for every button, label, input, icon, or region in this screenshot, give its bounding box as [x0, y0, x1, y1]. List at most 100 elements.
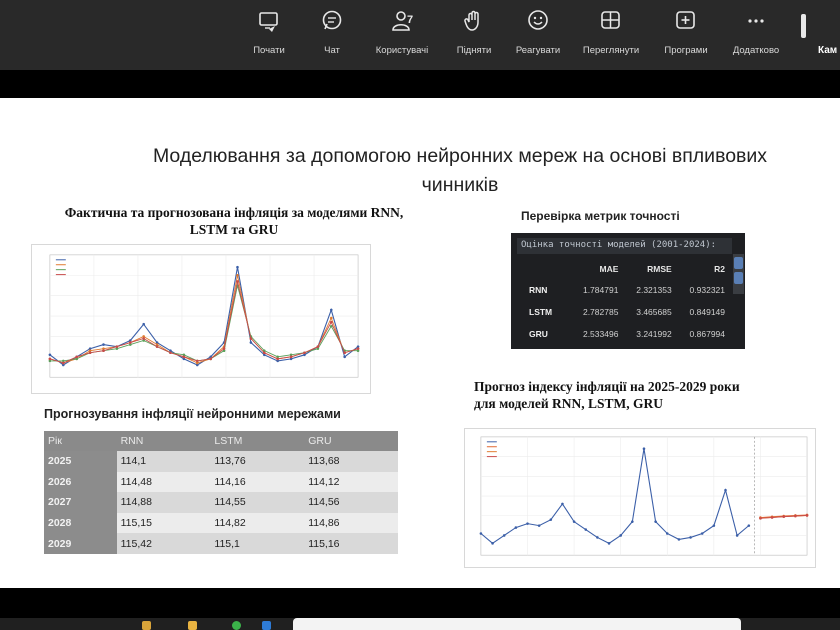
fc-year: 2028 — [44, 512, 117, 534]
taskbar-search-area[interactable] — [293, 618, 741, 630]
data-point — [782, 515, 786, 518]
metrics-r2: 0.849149 — [689, 307, 725, 317]
data-point — [502, 534, 506, 537]
data-point — [700, 532, 704, 535]
metrics-col-rmse: RMSE — [647, 264, 672, 274]
stage-border-bottom — [0, 588, 840, 618]
data-point — [619, 534, 622, 537]
metrics-rmse: 3.465685 — [636, 307, 672, 317]
chart1-heading: Фактична та прогнозована інфляція за мод… — [64, 205, 404, 237]
data-point — [276, 357, 279, 361]
fc-lstm: 114,16 — [210, 471, 305, 493]
fc-rnn: 115,42 — [116, 533, 211, 554]
fc-lstm: 115,1 — [210, 533, 305, 554]
data-point — [195, 359, 199, 363]
metrics-side-toolbar — [733, 254, 744, 294]
data-point — [491, 542, 494, 545]
data-point — [169, 351, 172, 355]
data-point — [572, 520, 576, 523]
taskbar-app-icon[interactable] — [262, 621, 271, 630]
data-point — [236, 265, 239, 269]
fc-lstm: 114,82 — [210, 512, 305, 534]
fc-year: 2026 — [44, 471, 117, 493]
data-point — [75, 355, 78, 359]
slide-title: Моделювання за допомогою нейронних мереж… — [152, 145, 768, 196]
metrics-col-mae: MAE — [599, 264, 619, 274]
share-label: Почати — [253, 45, 285, 56]
chat-label: Чат — [324, 45, 340, 56]
view-button[interactable]: Переглянути — [581, 8, 641, 64]
taskbar-app-icon[interactable] — [232, 621, 241, 630]
shared-slide: Моделювання за допомогою нейронних мереж… — [0, 98, 840, 588]
fc-gru: 115,16 — [304, 533, 398, 554]
data-point — [794, 514, 797, 518]
view-grid-icon — [581, 8, 641, 36]
data-point — [526, 522, 529, 525]
data-point — [62, 361, 65, 365]
data-point — [222, 347, 226, 350]
data-point — [537, 524, 541, 527]
data-point — [48, 353, 52, 357]
more-button[interactable]: Додатково — [726, 8, 786, 64]
table-row: GRU 2.533496 3.241992 0.867994 — [519, 323, 729, 345]
share-button[interactable]: Почати — [239, 8, 299, 64]
metrics-col-r2: R2 — [714, 264, 725, 274]
smiley-icon — [508, 8, 568, 36]
taskbar-app-icon[interactable] — [142, 621, 151, 630]
raise-hand-button[interactable]: Підняти — [444, 8, 504, 64]
metrics-mae: 2.782785 — [582, 307, 619, 317]
metrics-r2: 0.867994 — [689, 329, 725, 339]
data-point — [724, 488, 727, 492]
fc-lstm: 113,76 — [210, 451, 305, 472]
people-label: Користувачі — [375, 45, 429, 56]
copy-icon[interactable] — [734, 257, 743, 269]
data-point — [584, 528, 588, 531]
data-point — [316, 345, 320, 348]
raise-hand-label: Підняти — [456, 45, 492, 56]
fc-gru: 114,56 — [304, 492, 398, 513]
forecast-chart — [464, 428, 816, 568]
camera-label[interactable]: Кам — [818, 45, 837, 56]
apps-label: Програми — [664, 45, 708, 56]
apps-button[interactable]: Програми — [656, 8, 716, 64]
people-button[interactable]: 7 Користувачі — [372, 8, 432, 64]
fc-col-rnn: RNN — [116, 431, 211, 451]
data-point — [677, 538, 681, 541]
chat-button[interactable]: Чат — [302, 8, 362, 64]
metrics-mae: 2.533496 — [582, 329, 619, 339]
data-point — [289, 355, 293, 359]
metrics-col-empty — [519, 259, 569, 279]
metrics-heading: Перевірка метрик точності — [521, 209, 680, 223]
data-point — [514, 526, 518, 529]
fc-year: 2025 — [44, 451, 117, 472]
data-point — [329, 316, 333, 320]
fc-rnn: 114,1 — [116, 451, 211, 472]
table-row: 2026 114,48 114,16 114,12 — [44, 471, 398, 493]
data-point — [249, 341, 253, 344]
stage-border-top — [0, 70, 840, 98]
metrics-table: MAE RMSE R2 RNN 1.784791 2.321353 0.9323… — [519, 259, 729, 345]
table-row: 2029 115,42 115,1 115,16 — [44, 533, 398, 554]
data-point — [665, 532, 669, 535]
data-point — [689, 536, 692, 539]
react-button[interactable]: Реагувати — [508, 8, 568, 64]
camera-toggle-edge[interactable] — [801, 14, 806, 38]
data-point — [805, 514, 809, 517]
fc-year: 2029 — [44, 533, 117, 554]
data-point — [102, 343, 105, 346]
data-point — [303, 351, 306, 355]
data-point — [343, 351, 346, 355]
table-row: 2027 114,88 114,55 114,56 — [44, 492, 398, 513]
metrics-model: LSTM — [529, 307, 553, 317]
fc-col-lstm: LSTM — [210, 431, 305, 451]
data-point — [88, 351, 92, 355]
taskbar-app-icon[interactable] — [188, 621, 197, 630]
data-point — [747, 524, 751, 527]
actual-vs-predicted-chart — [31, 244, 371, 394]
fc-lstm: 114,55 — [210, 492, 305, 513]
apps-plus-icon — [656, 8, 716, 36]
view-label: Переглянути — [582, 45, 640, 56]
data-point — [607, 542, 611, 545]
fc-col-gru: GRU — [304, 431, 398, 451]
export-icon[interactable] — [734, 272, 743, 284]
